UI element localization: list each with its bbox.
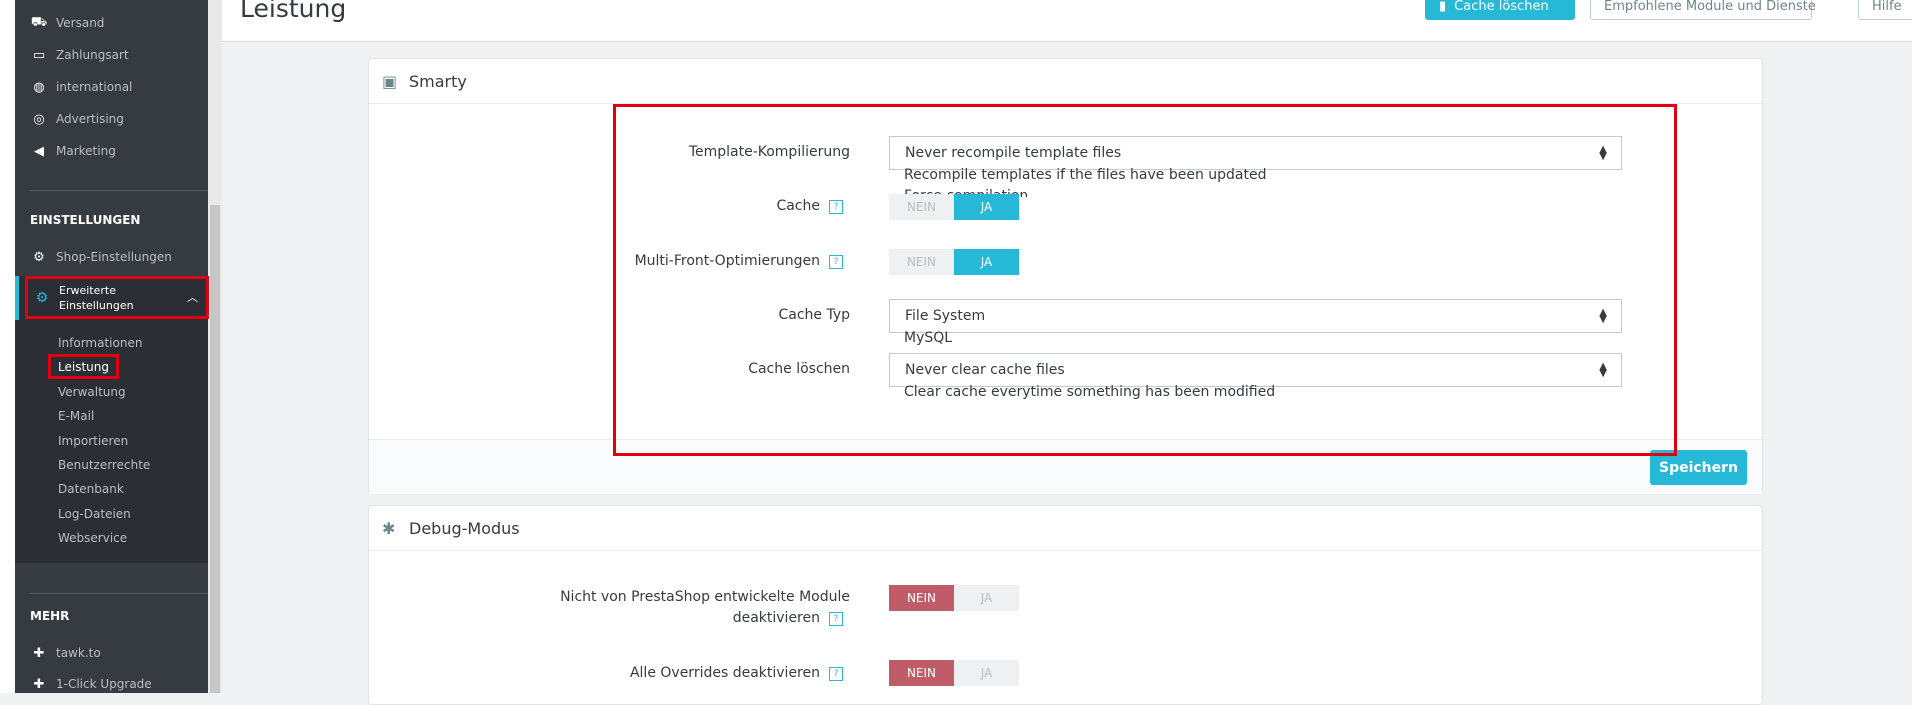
puzzle-icon: ✚ [33,676,45,692]
sidebar-subitem-verwaltung[interactable]: Verwaltung [58,385,126,399]
sidebar-item-shop-settings[interactable]: ⚙ Shop-Einstellungen [15,243,208,271]
globe-icon: ◍ [33,79,45,95]
gear-icon: ⚙ [33,249,45,265]
non-presta-switch-yes[interactable]: JA [954,585,1019,611]
sidebar-subitem-benutzerrechte[interactable]: Benutzerrechte [58,458,150,472]
bug-icon: ✱ [382,518,396,538]
non-presta-switch-no[interactable]: NEIN [889,585,954,611]
sidebar-scrollbar-thumb[interactable] [210,205,220,693]
non-presta-modules-switch[interactable]: NEIN JA [889,585,1019,611]
overrides-switch-yes[interactable]: JA [954,660,1019,686]
highlight-leistung [48,354,119,379]
truck-icon: ⛟ [30,14,48,30]
overrides-help-icon[interactable]: ? [829,667,843,681]
sidebar-item-international[interactable]: ◍ international [15,73,208,101]
left-edge [0,0,15,693]
sidebar-divider [30,190,208,191]
highlight-advanced-settings [25,276,209,319]
page-title: Leistung [240,0,347,23]
overrides-switch-no[interactable]: NEIN [889,660,954,686]
non-presta-modules-label-2: deaktivieren [732,610,820,626]
debug-panel-header: ✱ Debug-Modus [369,506,1762,551]
sidebar-subitem-importieren[interactable]: Importieren [58,434,128,448]
briefcase-icon: ▣ [382,71,398,91]
sidebar-item-tawkto[interactable]: ✚ tawk.to [15,639,208,667]
trash-icon: ▮ [1439,0,1447,14]
sidebar-section-more: MEHR [30,609,70,623]
sidebar-item-marketing[interactable]: ◀ Marketing [15,137,208,165]
sidebar-subitem-datenbank[interactable]: Datenbank [58,482,124,496]
sidebar-subitem-webservice[interactable]: Webservice [58,531,127,545]
puzzle-icon: ✚ [33,645,45,661]
overrides-label: Alle Overrides deaktivieren [629,665,820,681]
credit-card-icon: ▭ [32,47,46,63]
sidebar-divider-more [30,593,208,594]
clear-cache-button[interactable]: ▮ Cache löschen [1425,0,1575,20]
recommended-modules-button[interactable]: Empfohlene Module und Dienste [1590,0,1816,20]
sidebar-item-1-click-upgrade[interactable]: ✚ 1-Click Upgrade [15,670,208,698]
sidebar-subitem-informationen[interactable]: Informationen [58,336,142,350]
sidebar-item-zahlungsart[interactable]: ▭ Zahlungsart [15,41,208,69]
sidebar-subitem-email[interactable]: E-Mail [58,409,94,423]
non-presta-help-icon[interactable]: ? [829,612,843,626]
non-presta-modules-label: Nicht von PrestaShop entwickelte Module [560,589,850,605]
megaphone-icon: ◀ [34,143,44,159]
sidebar-item-advertising[interactable]: ◎ Advertising [15,105,208,133]
sidebar-section-settings: EINSTELLUNGEN [30,213,141,227]
sidebar-item-versand[interactable]: ⛟ Versand [15,9,208,37]
overrides-switch[interactable]: NEIN JA [889,660,1019,686]
smarty-panel-header: ▣ Smarty [369,59,1762,104]
sidebar-subitem-log-dateien[interactable]: Log-Dateien [58,507,131,521]
target-icon: ◎ [33,111,45,127]
help-button[interactable]: Hilfe [1858,0,1912,20]
highlight-smarty-settings [613,104,1677,456]
